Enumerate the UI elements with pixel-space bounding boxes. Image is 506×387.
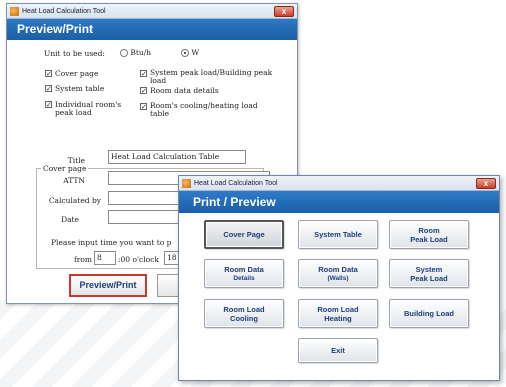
- date-label: Date: [61, 215, 79, 224]
- room-data-details-button[interactable]: Room Data Details: [204, 259, 284, 288]
- button-sublabel: (Walls): [327, 274, 349, 282]
- radio-btuh[interactable]: Btu/h: [120, 48, 151, 57]
- unit-label: Unit to be used:: [44, 49, 105, 58]
- building-load-button[interactable]: Building Load: [389, 299, 469, 328]
- room-peak-load-button[interactable]: Room Peak Load: [389, 220, 469, 249]
- app-icon: [10, 6, 19, 16]
- button-sublabel: Peak Load: [410, 273, 448, 283]
- radio-w[interactable]: W: [181, 48, 199, 57]
- cover-page-button[interactable]: Cover Page: [204, 220, 284, 249]
- cover-page-group-label: Cover page: [41, 164, 89, 173]
- from-hour-input[interactable]: 8: [94, 251, 116, 265]
- title-bar: Heat Load Calculation Tool x: [7, 4, 297, 19]
- checkbox-room-cooling[interactable]: ✓: [140, 103, 147, 111]
- button-grid: Cover Page System Table Room Peak Load R…: [179, 213, 499, 380]
- system-table-button[interactable]: System Table: [298, 220, 378, 249]
- system-peak-load-button[interactable]: System Peak Load: [389, 259, 469, 288]
- checkbox-system-table-label: System table: [55, 84, 105, 93]
- banner-title: Print / Preview: [179, 191, 499, 213]
- checkbox-system-peak[interactable]: ✓: [140, 70, 147, 78]
- radio-w-circle[interactable]: [181, 49, 189, 57]
- button-sublabel: Cooling: [230, 313, 258, 323]
- print-preview-window: Heat Load Calculation Tool x Print / Pre…: [178, 175, 500, 381]
- button-label: Building Load: [404, 309, 454, 318]
- button-sublabel: Details: [233, 274, 255, 282]
- button-label: System: [415, 264, 443, 274]
- title-label: Title: [67, 156, 85, 165]
- time-prompt: Please input time you want to p: [51, 238, 172, 247]
- room-load-heating-button[interactable]: Room Load Heating: [298, 299, 378, 328]
- button-label: Room Data: [318, 264, 358, 274]
- room-data-walls-button[interactable]: Room Data (Walls): [298, 259, 378, 288]
- button-label: Exit: [331, 346, 345, 355]
- checkbox-room-data-details[interactable]: ✓: [140, 87, 147, 95]
- close-icon[interactable]: x: [274, 5, 294, 17]
- checkbox-individual-peak-label2: peak load: [55, 108, 92, 117]
- button-sublabel: Heating: [324, 313, 352, 323]
- button-label: Room Data: [224, 264, 264, 274]
- radio-btuh-circle[interactable]: [120, 49, 128, 57]
- checkbox-system-peak-label1: System peak load/Building peak: [150, 68, 273, 77]
- title-input[interactable]: Heat Load Calculation Table: [108, 150, 246, 164]
- radio-w-label: W: [191, 48, 200, 57]
- window-title: Heat Load Calculation Tool: [22, 7, 106, 15]
- button-label: Room Load: [223, 304, 265, 314]
- app-icon: [182, 178, 191, 188]
- banner-title: Preview/Print: [7, 19, 297, 40]
- room-load-cooling-button[interactable]: Room Load Cooling: [204, 299, 284, 328]
- checkbox-cover-page[interactable]: ✓: [45, 70, 52, 78]
- preview-print-button[interactable]: Preview/Print: [69, 274, 147, 297]
- checkbox-system-table[interactable]: ✓: [45, 85, 52, 93]
- from-label: from: [74, 255, 92, 264]
- window-title: Heat Load Calculation Tool: [194, 179, 278, 187]
- checkbox-room-cooling-label2: table: [150, 109, 170, 118]
- button-label: Cover Page: [223, 230, 265, 239]
- button-label: Room: [418, 225, 440, 235]
- exit-button[interactable]: Exit: [298, 338, 378, 363]
- oclock-label: :00 o'clock: [118, 255, 159, 264]
- checkbox-individual-peak[interactable]: ✓: [45, 101, 52, 109]
- button-label: Room Load: [317, 304, 359, 314]
- button-label: System Table: [314, 230, 362, 239]
- title-bar: Heat Load Calculation Tool x: [179, 176, 499, 191]
- checkbox-system-peak-label2: load: [150, 76, 167, 85]
- attn-label: ATTN: [63, 176, 85, 185]
- checkbox-cover-page-label: Cover page: [55, 69, 99, 78]
- calculated-by-label: Calculated by: [48, 196, 101, 205]
- button-sublabel: Peak Load: [410, 234, 448, 244]
- radio-btuh-label: Btu/h: [130, 48, 152, 57]
- close-icon[interactable]: x: [476, 177, 496, 189]
- checkbox-room-data-details-label: Room data details: [150, 86, 219, 95]
